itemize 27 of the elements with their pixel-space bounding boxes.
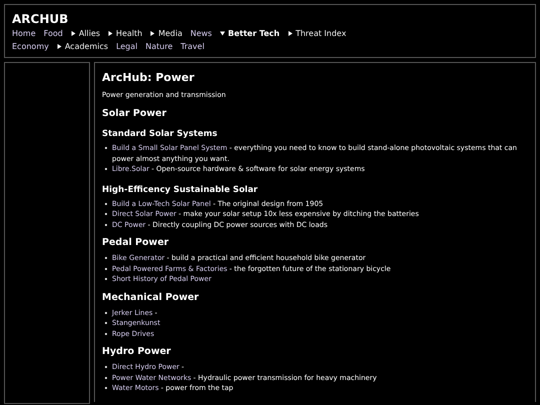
nav-link[interactable]: News bbox=[190, 29, 212, 38]
caret-right-icon bbox=[150, 31, 156, 36]
nav-link[interactable]: Better Tech bbox=[220, 29, 280, 38]
caret-right-icon bbox=[108, 31, 114, 36]
section-heading: Pedal Power bbox=[102, 237, 170, 248]
section-heading: Hydro Power bbox=[102, 346, 172, 357]
site-title[interactable]: ARCHUB bbox=[12, 12, 528, 26]
caret-right-icon bbox=[70, 31, 76, 36]
section-heading: Mechanical Power bbox=[102, 292, 200, 302]
caret-right-icon bbox=[288, 31, 293, 36]
nav-link[interactable]: Legal bbox=[116, 42, 138, 51]
nav-link[interactable]: Academics bbox=[56, 42, 108, 51]
subsection-heading: Standard Solar Systems bbox=[102, 129, 218, 139]
nav-link[interactable]: Nature bbox=[146, 42, 173, 51]
nav-link[interactable]: Media bbox=[150, 29, 182, 38]
nav-link[interactable]: Food bbox=[44, 29, 63, 38]
subsection-heading: High-Efficency Sustainable Solar bbox=[102, 184, 259, 194]
page-title: ArcHub: Power bbox=[102, 71, 196, 84]
caret-right-icon bbox=[56, 44, 62, 49]
nav-link[interactable]: Health bbox=[108, 29, 142, 38]
caret-down-icon bbox=[220, 31, 225, 36]
nav-link[interactable]: Threat Index bbox=[288, 29, 346, 38]
nav-link[interactable]: Home bbox=[12, 29, 36, 38]
nav-link[interactable]: Allies bbox=[70, 29, 100, 38]
nav-link[interactable]: Travel bbox=[180, 42, 204, 51]
nav-link[interactable]: Economy bbox=[12, 42, 49, 51]
section-heading: Solar Power bbox=[102, 108, 168, 119]
